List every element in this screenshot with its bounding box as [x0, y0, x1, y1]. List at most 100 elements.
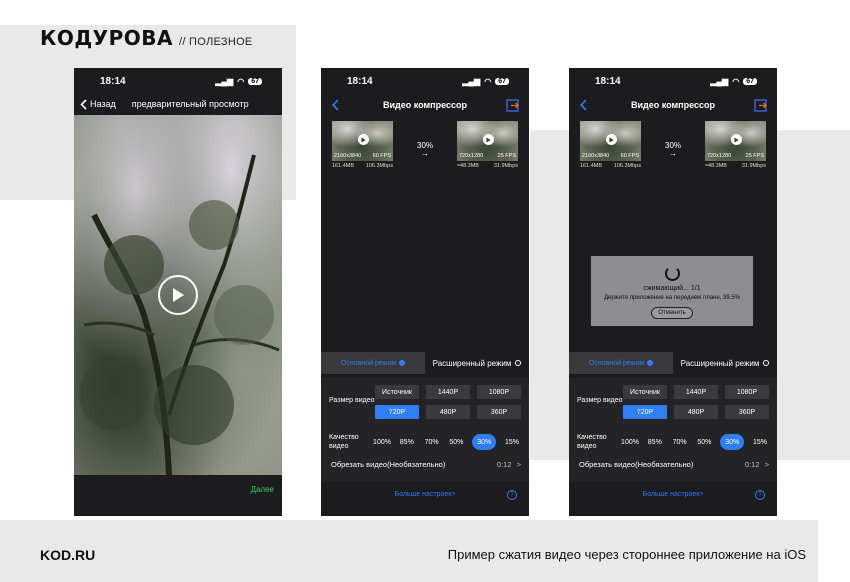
export-icon[interactable]: [506, 98, 519, 112]
thumbnail-row: 2160x3840 60 FPS 161.4MB 106.3Mbps 30% →…: [332, 121, 518, 169]
footer-caption: Пример сжатия видео через стороннее прил…: [447, 547, 806, 562]
status-icons: ▂▄▆ ◠ 67: [710, 77, 757, 86]
export-icon[interactable]: [754, 98, 767, 112]
quality-option[interactable]: 100%: [621, 434, 639, 450]
quality-option[interactable]: 70%: [423, 434, 441, 450]
more-settings-link[interactable]: Больше настроек>: [321, 491, 529, 498]
target-resolution: 720x1280: [707, 153, 732, 159]
progress-message: Держите приложение на переднем плане, 39…: [603, 295, 741, 301]
status-icons: ▂▄▆ ◠ 67: [215, 77, 262, 86]
target-bitrate: 31.9Mbps: [741, 163, 766, 169]
target-thumbnail[interactable]: 720x1280 25 FPS: [457, 121, 518, 161]
quality-option[interactable]: 85%: [646, 434, 664, 450]
play-button[interactable]: [158, 275, 198, 315]
radio-selected-icon: [399, 360, 406, 366]
size-options: Источник 1440P 1080P 720P 480P 360P: [375, 385, 521, 419]
size-option[interactable]: Источник: [375, 385, 419, 399]
quality-option[interactable]: 15%: [503, 434, 521, 450]
cancel-button[interactable]: Отменить: [651, 307, 693, 319]
source-resolution: 2160x3840: [334, 153, 362, 159]
preview-bottom-bar: Далее: [74, 475, 282, 516]
wifi-icon: ◠: [732, 76, 740, 86]
quality-option[interactable]: 15%: [751, 434, 769, 450]
quality-label: Качество видео: [577, 433, 607, 451]
quality-options: 100% 85% 70% 50% 30% 15%: [621, 434, 769, 450]
size-option[interactable]: 1440P: [674, 385, 718, 399]
size-option-selected[interactable]: 720P: [623, 405, 667, 419]
target-thumbnail[interactable]: 720x1280 25 FPS: [705, 121, 766, 161]
phone-compressor: 18:14 ▂▄▆ ◠ 67 Видео компрессор 2160x384…: [321, 68, 529, 516]
more-settings-link[interactable]: Больше настроек>: [569, 491, 777, 498]
target-size: ≈48.3MB: [705, 163, 727, 169]
compressor-title: Видео компрессор: [631, 100, 715, 110]
trim-row[interactable]: Обрезать видео(Необязательно) 0:12 >: [579, 460, 769, 469]
size-option[interactable]: 1440P: [426, 385, 470, 399]
quality-option-selected[interactable]: 30%: [720, 434, 745, 450]
compression-indicator: 30% →: [665, 141, 681, 158]
size-option[interactable]: 360P: [477, 405, 521, 419]
back-chevron-icon[interactable]: [331, 99, 339, 111]
quality-label-line2: видео: [329, 443, 349, 450]
mode-advanced-option[interactable]: Расширенный режим: [425, 352, 529, 374]
next-button[interactable]: Далее: [251, 485, 274, 494]
source-size: 161.4MB: [332, 163, 355, 169]
size-option[interactable]: Источник: [623, 385, 667, 399]
source-info: 161.4MB 106.3Mbps: [332, 163, 393, 169]
compressor-nav: Видео компрессор: [331, 98, 519, 112]
source-bitrate: 106.3Mbps: [365, 163, 393, 169]
mode-simple-option[interactable]: Основной режим: [321, 352, 425, 374]
quality-option[interactable]: 70%: [671, 434, 689, 450]
mode-selector: Основной режим Расширенный режим: [321, 352, 529, 374]
compression-indicator: 30% →: [417, 141, 433, 158]
mode-advanced-option[interactable]: Расширенный режим: [673, 352, 777, 374]
quality-option[interactable]: 50%: [695, 434, 713, 450]
play-icon: [357, 134, 369, 146]
trim-label: Обрезать видео(Необязательно): [579, 460, 694, 469]
size-option-selected[interactable]: 720P: [375, 405, 419, 419]
quality-option[interactable]: 100%: [373, 434, 391, 450]
source-thumbnail[interactable]: 2160x3840 60 FPS: [332, 121, 393, 161]
radio-empty-icon: [515, 360, 522, 366]
trim-row[interactable]: Обрезать видео(Необязательно) 0:12 >: [331, 460, 521, 469]
quality-option[interactable]: 85%: [398, 434, 416, 450]
signal-icon: ▂▄▆: [710, 76, 729, 86]
size-option[interactable]: 1080P: [477, 385, 521, 399]
status-time: 18:14: [595, 75, 621, 87]
mode-simple-label: Основной режим: [588, 359, 645, 367]
quality-label-line2: видео: [577, 443, 597, 450]
compressor-title: Видео компрессор: [383, 100, 467, 110]
trim-label: Обрезать видео(Необязательно): [331, 460, 446, 469]
back-chevron-icon[interactable]: [579, 99, 587, 111]
help-icon[interactable]: ?: [755, 490, 765, 500]
target-fps: 25 FPS: [745, 153, 764, 159]
quality-label: Качество видео: [329, 433, 359, 451]
source-thumbnail[interactable]: 2160x3840 60 FPS: [580, 121, 641, 161]
settings-panel: Размер видео Источник 1440P 1080P 720P 4…: [321, 378, 529, 482]
size-option[interactable]: 480P: [426, 405, 470, 419]
trim-value-group: 0:12 >: [497, 460, 521, 469]
video-preview[interactable]: [74, 115, 282, 475]
brand-header: КОДУРОВА // ПОЛЕЗНОЕ: [40, 26, 253, 50]
back-button[interactable]: Назад: [80, 98, 116, 110]
phone-preview: 18:14 ▂▄▆ ◠ 67 Назад предварительный про…: [74, 68, 282, 516]
battery-icon: 67: [495, 77, 509, 85]
wifi-icon: ◠: [484, 76, 492, 86]
help-icon[interactable]: ?: [507, 490, 517, 500]
size-option[interactable]: 480P: [674, 405, 718, 419]
radio-selected-icon: [647, 360, 654, 366]
chevron-left-icon: [80, 98, 87, 110]
source-bitrate: 106.3Mbps: [613, 163, 641, 169]
target-info: ≈48.3MB 31.9Mbps: [705, 163, 766, 169]
status-icons: ▂▄▆ ◠ 67: [462, 77, 509, 86]
quality-option[interactable]: 50%: [447, 434, 465, 450]
compressor-nav: Видео компрессор: [579, 98, 767, 112]
mode-simple-option[interactable]: Основной режим: [569, 352, 673, 374]
quality-label-line1: Качество: [329, 434, 359, 441]
trim-value: 0:12: [745, 460, 760, 469]
quality-option-selected[interactable]: 30%: [472, 434, 497, 450]
mode-advanced-label: Расширенный режим: [432, 358, 512, 368]
size-option[interactable]: 1080P: [725, 385, 769, 399]
status-bar: 18:14 ▂▄▆ ◠ 67: [321, 68, 529, 94]
play-icon: [730, 134, 742, 146]
size-option[interactable]: 360P: [725, 405, 769, 419]
